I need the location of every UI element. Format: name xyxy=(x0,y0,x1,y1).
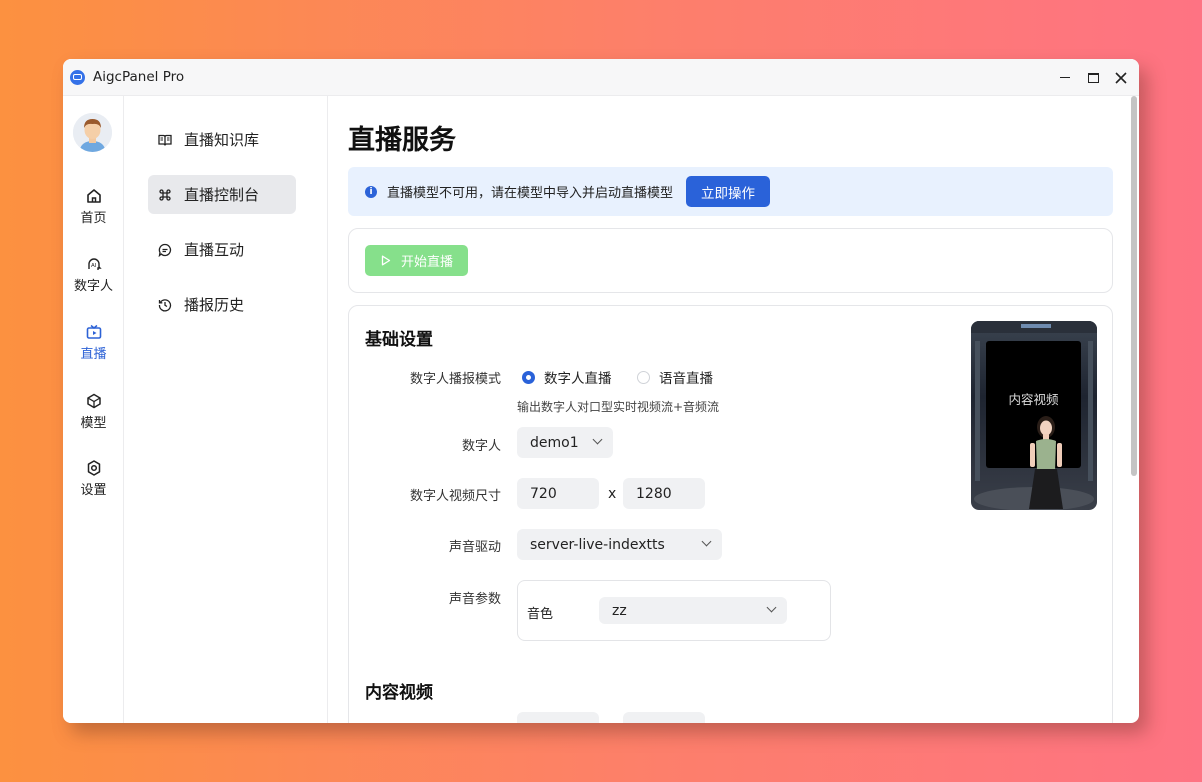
subnav-item-console[interactable]: 直播控制台 xyxy=(148,175,296,214)
ai-head-icon: AI xyxy=(87,258,102,270)
gear-icon xyxy=(87,460,100,476)
subnav-item-history[interactable]: 播报历史 xyxy=(148,285,296,324)
subnav-item-label: 直播知识库 xyxy=(184,131,260,149)
nav-item-digital-human[interactable]: AI 数字人 xyxy=(63,254,124,294)
user-avatar[interactable] xyxy=(73,113,112,152)
nav-item-label: 数字人 xyxy=(73,279,113,294)
voice-driver-select[interactable]: server-live-indextts xyxy=(517,529,722,560)
video-height-input[interactable]: 1280 xyxy=(623,478,705,509)
avatar-icon xyxy=(73,113,112,152)
voice-params-box: 音色 zz xyxy=(517,580,831,641)
presenter-figure xyxy=(1029,416,1063,509)
home-icon xyxy=(86,189,101,203)
avatar-label: 数字人 xyxy=(461,439,501,454)
mode-hint: 输出数字人对口型实时视频流+音频流 xyxy=(517,400,720,414)
nav-item-model[interactable]: 模型 xyxy=(63,391,124,431)
voice-params-label: 声音参数 xyxy=(448,592,501,607)
content-video-preview: 内容视频 xyxy=(971,321,1097,510)
timbre-value: zz xyxy=(612,602,627,619)
chevron-down-icon xyxy=(592,434,603,445)
minimize-button[interactable] xyxy=(1051,59,1079,96)
chevron-down-icon xyxy=(766,602,777,613)
close-icon xyxy=(1115,71,1127,84)
video-width-value: 720 xyxy=(530,485,557,502)
info-icon: i xyxy=(365,185,377,198)
subnav-item-label: 直播控制台 xyxy=(184,186,260,204)
operate-now-button[interactable]: 立即操作 xyxy=(686,176,771,207)
app-logo-icon xyxy=(70,69,85,85)
radio-checked-icon xyxy=(522,370,535,384)
play-icon xyxy=(381,255,391,266)
avatar-select-value: demo1 xyxy=(530,434,579,451)
nav-item-label: 直播 xyxy=(80,347,107,362)
title-bar: AigcPanel Pro xyxy=(63,59,1139,96)
nav-item-home[interactable]: 首页 xyxy=(63,186,124,226)
alert-text: 直播模型不可用，请在模型中导入并启动直播模型 xyxy=(387,186,674,201)
start-live-button[interactable]: 开始直播 xyxy=(365,245,469,276)
basic-settings-title: 基础设置 xyxy=(365,330,433,350)
start-card: 开始直播 xyxy=(348,228,1113,293)
cube-icon xyxy=(86,393,101,409)
maximize-icon xyxy=(1087,72,1099,83)
app-title: AigcPanel Pro xyxy=(93,69,185,85)
nav-item-live[interactable]: 直播 xyxy=(63,322,124,362)
content-video-title: 内容视频 xyxy=(365,683,433,703)
content-width-input[interactable] xyxy=(517,712,599,723)
size-separator: x xyxy=(608,486,617,502)
maximize-button[interactable] xyxy=(1079,59,1107,96)
nav-item-label: 首页 xyxy=(80,211,107,226)
nav-item-label: 模型 xyxy=(80,416,107,431)
main-content: 直播服务 i 直播模型不可用，请在模型中导入并启动直播模型 立即操作 开始直播 … xyxy=(328,96,1139,723)
start-live-label: 开始直播 xyxy=(401,255,454,270)
radio-digital-human-live[interactable]: 数字人直播 xyxy=(522,367,612,387)
model-unavailable-alert: i 直播模型不可用，请在模型中导入并启动直播模型 立即操作 xyxy=(348,167,1113,216)
content-height-input[interactable] xyxy=(623,712,705,723)
nav-item-settings[interactable]: 设置 xyxy=(63,458,124,498)
settings-card: 基础设置 内容视频 数字人播报模式 数字人直播 语音直播 输出数字人对口型实时视… xyxy=(348,305,1113,723)
subnav-item-knowledge[interactable]: 直播知识库 xyxy=(148,120,296,159)
tv-icon xyxy=(86,324,101,339)
window-controls xyxy=(1051,59,1139,96)
book-icon xyxy=(158,134,172,146)
secondary-nav: 直播知识库 直播控制台 直播互动 播报历史 xyxy=(124,96,328,723)
video-height-value: 1280 xyxy=(636,485,672,502)
page-title: 直播服务 xyxy=(348,125,456,156)
command-icon xyxy=(159,188,171,201)
svg-text:AI: AI xyxy=(91,263,97,269)
nav-item-label: 设置 xyxy=(80,483,107,498)
close-button[interactable] xyxy=(1107,59,1135,96)
chevron-down-icon xyxy=(701,536,712,547)
subnav-item-label: 播报历史 xyxy=(184,296,245,314)
minimize-icon xyxy=(1060,76,1070,79)
primary-nav: 首页 AI 数字人 直播 模型 设置 xyxy=(63,96,124,723)
video-size-label: 数字人视频尺寸 xyxy=(409,489,501,504)
history-icon xyxy=(158,298,172,312)
subnav-item-label: 直播互动 xyxy=(184,241,245,259)
mode-label: 数字人播报模式 xyxy=(409,372,501,387)
timbre-select[interactable]: zz xyxy=(599,597,787,624)
subnav-item-interaction[interactable]: 直播互动 xyxy=(148,230,296,269)
voice-driver-value: server-live-indextts xyxy=(530,536,665,553)
vertical-scrollbar[interactable] xyxy=(1131,96,1137,476)
voice-driver-label: 声音驱动 xyxy=(448,540,501,555)
radio-unchecked-icon xyxy=(637,370,650,384)
timbre-label: 音色 xyxy=(527,607,554,622)
radio-label: 数字人直播 xyxy=(544,371,612,387)
avatar-select[interactable]: demo1 xyxy=(517,427,613,458)
video-width-input[interactable]: 720 xyxy=(517,478,599,509)
radio-voice-live[interactable]: 语音直播 xyxy=(637,367,713,387)
chat-icon xyxy=(158,243,172,257)
app-window: AigcPanel Pro 首页 AI 数字人 直播 模型 设置 直播知识库 直… xyxy=(63,59,1139,723)
radio-label: 语音直播 xyxy=(659,371,713,387)
